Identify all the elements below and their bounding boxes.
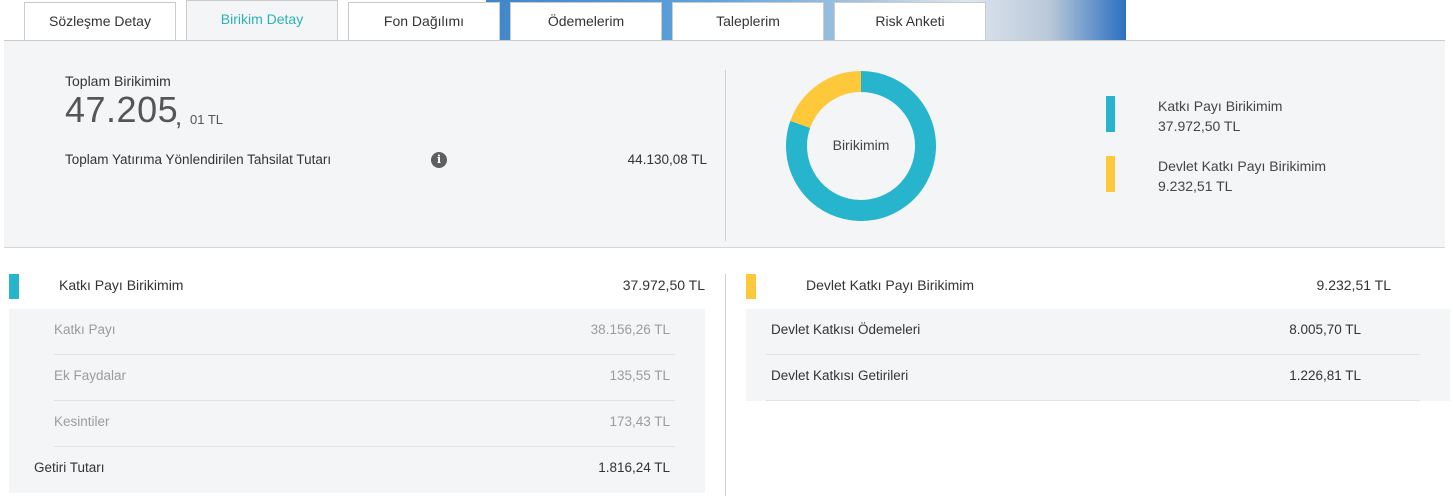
tab-risk-anketi[interactable]: Risk Anketi <box>834 2 986 40</box>
row-value: 173,43 TL <box>609 414 670 429</box>
row-value: 38.156,26 TL <box>590 322 670 337</box>
table-row: Getiri Tutarı 1.816,24 TL <box>34 447 670 493</box>
legend-value-katki: 37.972,50 TL <box>1158 118 1241 134</box>
row-label: Kesintiler <box>54 414 110 429</box>
tab-fon-dagilimi[interactable]: Fon Dağılımı <box>348 2 500 40</box>
contribution-section-value: 37.972,50 TL <box>622 277 705 293</box>
legend-swatch-devlet <box>1106 156 1115 192</box>
row-label: Ek Faydalar <box>54 368 127 383</box>
table-row: Kesintiler 173,43 TL <box>54 401 670 447</box>
total-savings-integer: 47.205 <box>65 89 179 130</box>
contribution-section-title: Katkı Payı Birikimim <box>59 277 184 293</box>
tab-sozlesme-detay[interactable]: Sözleşme Detay <box>24 2 176 40</box>
row-value: 135,55 TL <box>609 368 670 383</box>
directed-collection-value: 44.130,08 TL <box>627 152 707 167</box>
legend-label-devlet: Devlet Katkı Payı Birikimim <box>1158 158 1327 174</box>
total-savings-label: Toplam Birikimim <box>65 73 171 89</box>
table-row: Devlet Katkısı Getirileri 1.226,81 TL <box>771 355 1361 401</box>
summary-divider <box>725 70 726 241</box>
info-icon[interactable]: i <box>431 152 447 168</box>
table-row: Devlet Katkısı Ödemeleri 8.005,70 TL <box>771 309 1361 355</box>
state-contribution-section-value: 9.232,51 TL <box>1316 277 1391 293</box>
savings-summary-panel: Toplam Birikimim 47.205 , 01 TL Toplam Y… <box>4 41 1445 248</box>
state-contribution-section: Devlet Katkı Payı Birikimim 9.232,51 TL … <box>726 248 1453 496</box>
row-label: Getiri Tutarı <box>34 460 105 475</box>
donut-slice-1 <box>790 71 862 129</box>
state-contribution-color-marker <box>746 274 756 299</box>
legend-swatch-katki <box>1106 96 1115 132</box>
donut-center-label: Birikimim <box>832 137 890 153</box>
state-contribution-section-title: Devlet Katkı Payı Birikimim <box>806 277 975 293</box>
tab-taleplerim[interactable]: Taleplerim <box>672 2 824 40</box>
row-value: 1.226,81 TL <box>1289 368 1361 383</box>
total-savings-decimal: 01 TL <box>190 112 224 127</box>
row-label: Katkı Payı <box>54 322 116 337</box>
tab-odemelerim[interactable]: Ödemelerim <box>510 2 662 40</box>
row-label: Devlet Katkısı Getirileri <box>771 368 909 383</box>
row-value: 8.005,70 TL <box>1289 322 1361 337</box>
contribution-details-box: Katkı Payı 38.156,26 TL Ek Faydalar 135,… <box>9 309 705 493</box>
contribution-savings-section: Katkı Payı Birikimim 37.972,50 TL Katkı … <box>4 248 724 496</box>
row-value: 1.816,24 TL <box>598 460 670 475</box>
tab-birikim-detay[interactable]: Birikim Detay <box>186 0 338 40</box>
directed-collection-label: Toplam Yatırıma Yönlendirilen Tahsilat T… <box>65 152 332 167</box>
state-contribution-details-box: Devlet Katkısı Ödemeleri 8.005,70 TL Dev… <box>746 309 1450 401</box>
contribution-color-marker <box>9 274 19 299</box>
total-savings-comma: , <box>175 101 183 131</box>
table-row: Katkı Payı 38.156,26 TL <box>54 309 670 355</box>
row-label: Devlet Katkısı Ödemeleri <box>771 322 921 337</box>
legend-label-katki: Katkı Payı Birikimim <box>1158 98 1283 114</box>
row-divider <box>766 400 1420 401</box>
table-row: Ek Faydalar 135,55 TL <box>54 355 670 401</box>
legend-value-devlet: 9.232,51 TL <box>1158 178 1233 194</box>
